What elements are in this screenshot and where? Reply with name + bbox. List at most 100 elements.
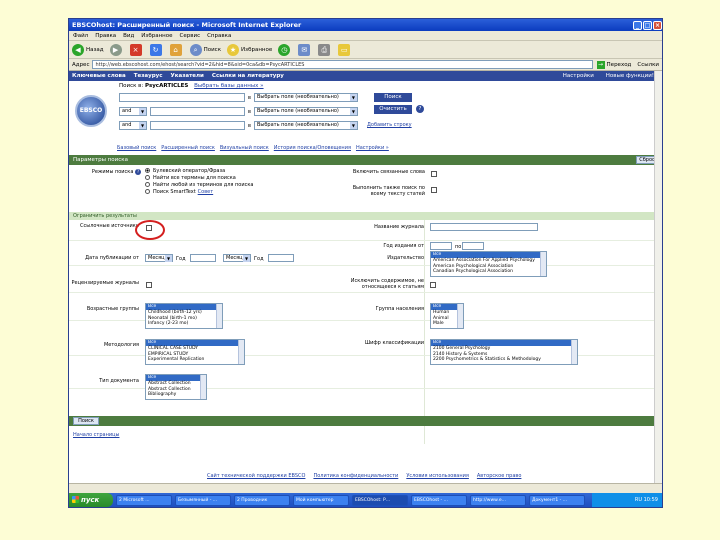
database-line: Поиск в: PsycARTICLES Выбрать базы данны…: [119, 83, 264, 89]
task-item[interactable]: http://www.e...: [470, 494, 526, 506]
search-button-bottom[interactable]: Поиск: [73, 417, 99, 425]
journal-name-input[interactable]: [430, 223, 538, 231]
field-select-1[interactable]: Выбрать поле (необязательно) ▼: [253, 93, 358, 102]
mode-all-terms-radio[interactable]: Найти все термины для поиска: [145, 174, 253, 181]
help-icon[interactable]: ?: [416, 105, 424, 113]
publisher-list[interactable]: Все American Association For Applied Psy…: [430, 251, 547, 277]
exclude-nonarticle-checkbox[interactable]: [430, 282, 436, 288]
top-of-page-link[interactable]: Начало страницы: [73, 432, 119, 438]
tab-basic-search[interactable]: Базовый поиск: [117, 145, 156, 151]
refresh-button[interactable]: ↻: [149, 43, 164, 57]
field-select-3[interactable]: Выбрать поле (необязательно) ▼: [253, 121, 358, 130]
methodology-label: Методология: [103, 342, 139, 348]
task-item[interactable]: Документ1 - ...: [529, 494, 585, 506]
scrollbar[interactable]: [238, 340, 244, 364]
highlight-circle: [135, 220, 165, 240]
options-header: Параметры поиска Сброс: [69, 155, 662, 165]
related-words-checkbox[interactable]: [431, 171, 437, 177]
window-title: EBSCOhost: Расширенный поиск - Microsoft…: [72, 21, 302, 29]
stop-button[interactable]: ×: [129, 43, 144, 57]
task-item[interactable]: Безымянный - ...: [175, 494, 231, 506]
task-item[interactable]: EBSCOhost - ...: [411, 494, 467, 506]
nav-preferences[interactable]: Настройки: [563, 73, 594, 79]
folder-button[interactable]: ▭: [338, 43, 352, 57]
mode-smarttext-radio[interactable]: Поиск SmartText Совет: [145, 188, 253, 195]
back-button[interactable]: ◀ Назад: [72, 43, 104, 57]
home-button[interactable]: ⌂: [169, 43, 184, 57]
scrollbar[interactable]: [200, 375, 206, 399]
nav-cited-refs[interactable]: Ссылки на литературу: [212, 73, 284, 79]
page-scrollbar[interactable]: [654, 71, 662, 483]
mail-button[interactable]: ✉: [298, 43, 312, 57]
pub-year-to-input[interactable]: [268, 254, 294, 262]
add-row-link[interactable]: Добавить строку: [367, 122, 412, 128]
bool-select-2[interactable]: and ▼: [119, 121, 147, 130]
history-button[interactable]: ◷: [278, 43, 292, 57]
search-term-input-3[interactable]: [150, 121, 245, 130]
nav-indexes[interactable]: Указатели: [171, 73, 204, 79]
address-input[interactable]: http://web.ebscohost.com/ehost/search?vi…: [92, 60, 593, 69]
tab-search-history[interactable]: История поиска/Оповещения: [274, 145, 351, 151]
favorites-button[interactable]: ★ Избранное: [227, 43, 272, 57]
menu-help[interactable]: Справка: [207, 33, 231, 39]
menu-edit[interactable]: Правка: [95, 33, 116, 39]
month-to-select[interactable]: Месяц ▼: [223, 254, 251, 262]
nav-new-features[interactable]: Новые функции!: [606, 73, 654, 79]
search-button-top[interactable]: Поиск: [374, 93, 412, 102]
doctype-list[interactable]: Все Abstract Collection Abstract Collect…: [145, 374, 207, 400]
menu-favorites[interactable]: Избранное: [141, 33, 172, 39]
footer-terms-link[interactable]: Условия использования: [406, 473, 469, 479]
scrollbar[interactable]: [571, 340, 577, 364]
year-from-input[interactable]: [430, 242, 452, 250]
population-list[interactable]: Все Human Animal Male: [430, 303, 464, 329]
help-icon[interactable]: ?: [135, 169, 141, 175]
print-button[interactable]: ⎙: [318, 43, 332, 57]
clear-button-top[interactable]: Очистить: [374, 105, 412, 114]
bool-select-1[interactable]: and ▼: [119, 107, 147, 116]
menu-tools[interactable]: Сервис: [180, 33, 201, 39]
fulltext-search-checkbox[interactable]: [431, 187, 437, 193]
mode-any-terms-radio[interactable]: Найти любой из терминов для поиска: [145, 181, 253, 188]
search-term-input-1[interactable]: [119, 93, 245, 102]
pub-year-from-input[interactable]: [190, 254, 216, 262]
search-term-input-2[interactable]: [150, 107, 245, 116]
month-from-select[interactable]: Месяц ▼: [145, 254, 173, 262]
maximize-button[interactable]: □: [643, 20, 652, 30]
methodology-list[interactable]: Все CLINICAL CASE STUDY EMPIRICAL STUDY …: [145, 339, 245, 365]
go-button[interactable]: → Переход: [596, 60, 631, 69]
scrollbar[interactable]: [540, 252, 546, 276]
scrollbar[interactable]: [457, 304, 463, 328]
peer-reviewed-checkbox[interactable]: [146, 282, 152, 288]
footer-privacy-link[interactable]: Политика конфиденциальности: [313, 473, 398, 479]
field-select-2[interactable]: Выбрать поле (необязательно) ▼: [253, 107, 358, 116]
limits-panel: Ссылочные источники Название журнала Год…: [69, 220, 662, 444]
forward-button[interactable]: ▶: [109, 43, 124, 57]
footer-copyright-link[interactable]: Авторское право: [477, 473, 522, 479]
classification-list[interactable]: Все 2100 General Psychology 2140 History…: [430, 339, 578, 365]
tab-preferences[interactable]: Настройки »: [356, 145, 389, 151]
task-item[interactable]: 2 Microsoft ...: [116, 494, 172, 506]
start-button[interactable]: пуск: [69, 493, 113, 507]
year-to-input[interactable]: [462, 242, 484, 250]
tab-advanced-search[interactable]: Расширенный поиск: [161, 145, 215, 151]
dropdown-arrow-icon: ▼: [349, 94, 357, 101]
search-button[interactable]: ⌕ Поиск: [189, 43, 221, 57]
task-item[interactable]: EBSCOhost: Р...: [352, 494, 408, 506]
mode-hint-link[interactable]: Совет: [198, 189, 214, 195]
choose-databases-link[interactable]: Выбрать базы данных »: [194, 83, 263, 89]
task-item[interactable]: 2 Проводник: [234, 494, 290, 506]
minimize-button[interactable]: _: [633, 20, 642, 30]
links-label[interactable]: Ссылки: [637, 62, 659, 68]
mode-boolean-radio[interactable]: Булевский оператор/Фраза: [145, 167, 253, 174]
nav-keywords[interactable]: Ключевые слова: [72, 73, 126, 79]
close-button[interactable]: ×: [653, 20, 662, 30]
menu-view[interactable]: Вид: [123, 33, 134, 39]
tab-visual-search[interactable]: Визуальный поиск: [220, 145, 269, 151]
nav-thesaurus[interactable]: Тезаурус: [134, 73, 163, 79]
task-item[interactable]: Мой компьютер: [293, 494, 349, 506]
menu-file[interactable]: Файл: [73, 33, 88, 39]
search-icon: ⌕: [189, 43, 202, 56]
age-groups-list[interactable]: Все Childhood (birth-12 yrs) Neonatal (b…: [145, 303, 223, 329]
footer-support-link[interactable]: Сайт технической поддержки EBSCO: [207, 473, 305, 479]
scrollbar[interactable]: [216, 304, 222, 328]
